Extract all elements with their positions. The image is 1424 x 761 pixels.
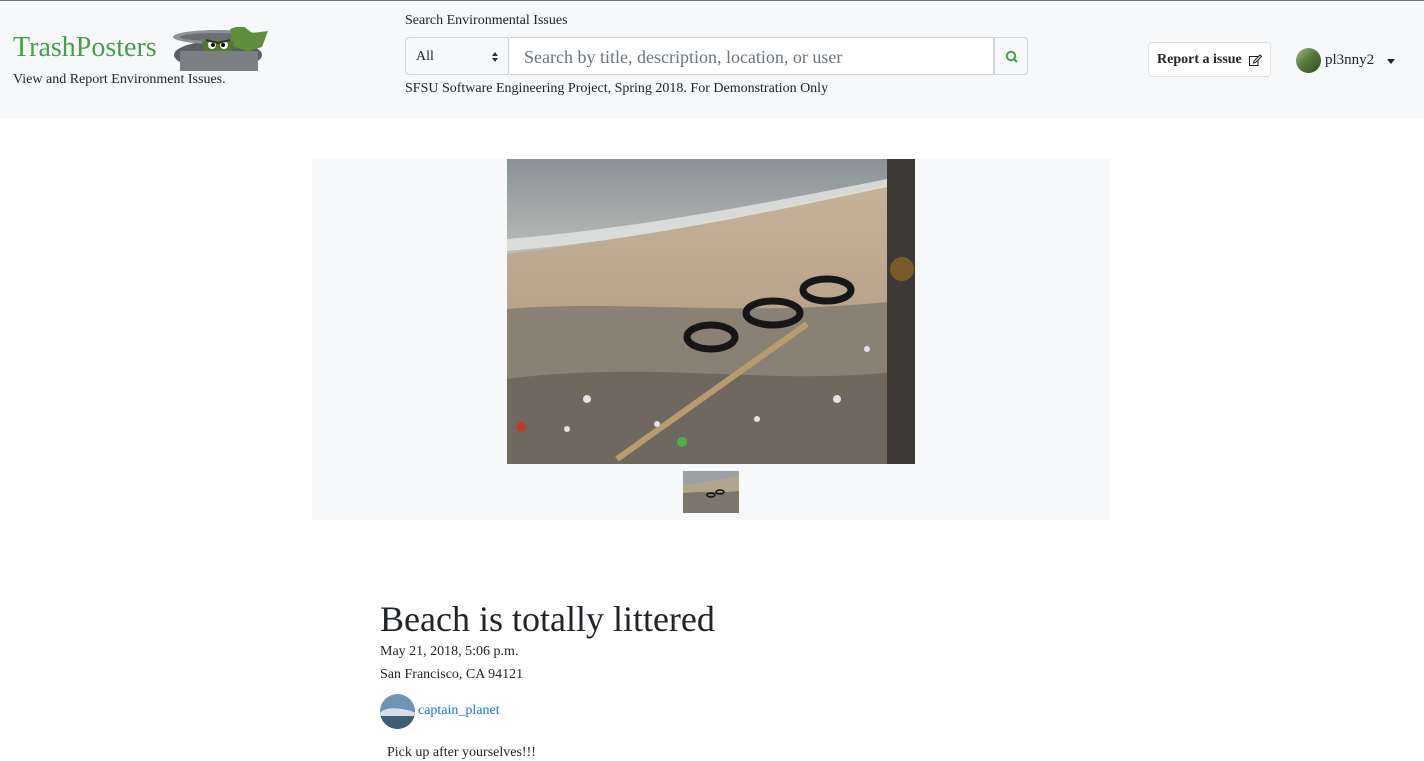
issue-date: May 21, 2018, 5:06 p.m.: [380, 644, 519, 659]
search-button[interactable]: [994, 37, 1028, 75]
navbar: TrashPosters View and Report Environment…: [0, 1, 1424, 118]
issue-title: Beach is totally littered: [380, 599, 715, 639]
report-issue-label: Report a issue: [1157, 52, 1242, 67]
brand-tagline: View and Report Environment Issues.: [13, 72, 226, 87]
image-carousel: [312, 159, 1110, 520]
search-group: All Search by title, description, locati…: [405, 37, 1028, 77]
carousel-next-button[interactable]: [1043, 327, 1057, 349]
carousel-prev-button[interactable]: [367, 327, 381, 349]
carousel-thumbnail[interactable]: [683, 471, 739, 513]
username: pl3nny2: [1325, 52, 1375, 68]
search-icon: [1005, 50, 1018, 63]
report-issue-button[interactable]: Report a issue: [1148, 42, 1271, 77]
brand-logo-text[interactable]: TrashPosters: [13, 31, 157, 65]
chevron-left-icon: [367, 328, 380, 348]
edit-icon: [1249, 54, 1262, 66]
chevron-right-icon: [1044, 328, 1057, 348]
poster-avatar[interactable]: [380, 694, 415, 729]
poster-link[interactable]: captain_planet: [418, 703, 500, 719]
user-avatar: [1296, 48, 1321, 73]
select-arrows-icon: [492, 52, 498, 62]
category-select-value: All: [416, 49, 434, 64]
trash-can-logo[interactable]: [172, 25, 272, 71]
issue-location: San Francisco, CA 94121: [380, 667, 524, 682]
issue-photo: [507, 159, 915, 464]
caret-down-icon: [1387, 59, 1395, 64]
category-select[interactable]: All: [405, 37, 509, 75]
project-note: SFSU Software Engineering Project, Sprin…: [405, 81, 829, 96]
search-input[interactable]: Search by title, description, location, …: [510, 37, 994, 75]
search-label: Search Environmental Issues: [405, 13, 568, 28]
